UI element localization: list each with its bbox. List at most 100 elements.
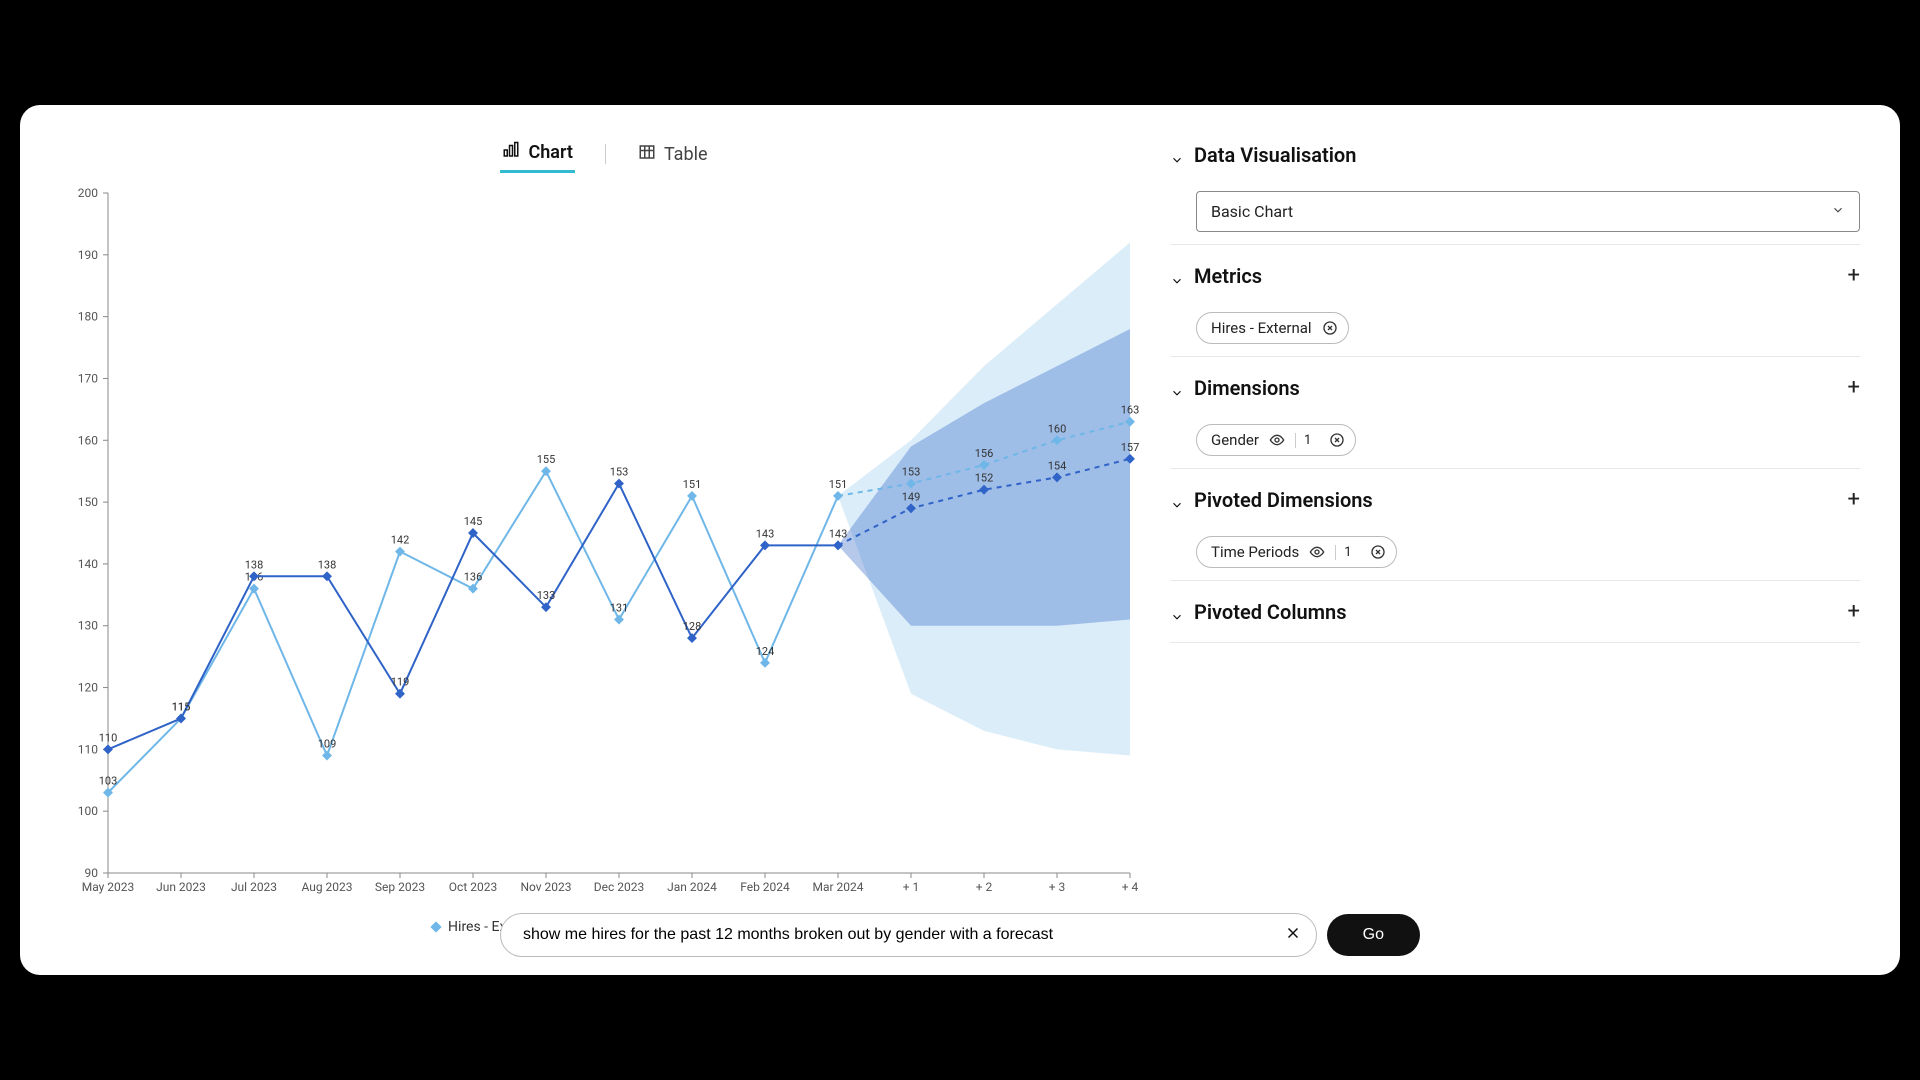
svg-text:190: 190 bbox=[78, 248, 98, 262]
svg-text:149: 149 bbox=[902, 490, 921, 503]
chevron-down-icon bbox=[1170, 269, 1184, 283]
section-pivoted-dimensions[interactable]: Pivoted Dimensions + bbox=[1170, 479, 1860, 520]
svg-text:163: 163 bbox=[1121, 404, 1140, 417]
svg-text:131: 131 bbox=[610, 602, 629, 615]
svg-text:110: 110 bbox=[78, 742, 98, 756]
nl-query-bar: Go bbox=[500, 913, 1420, 957]
chevron-down-icon bbox=[1170, 493, 1184, 507]
eye-icon[interactable] bbox=[1269, 432, 1285, 448]
nl-query-input[interactable] bbox=[523, 926, 1284, 944]
svg-text:+ 4: + 4 bbox=[1122, 880, 1139, 894]
section-metrics[interactable]: Metrics + bbox=[1170, 255, 1860, 296]
svg-text:143: 143 bbox=[829, 527, 848, 540]
app-card: Chart Table 9010011012013014015016017018… bbox=[20, 105, 1900, 975]
section-pivdim-title: Pivoted Dimensions bbox=[1194, 488, 1373, 512]
svg-text:156: 156 bbox=[975, 447, 994, 460]
remove-chip-button[interactable] bbox=[1329, 432, 1345, 448]
chip-label: Time Periods bbox=[1211, 543, 1299, 561]
svg-text:170: 170 bbox=[78, 371, 98, 385]
tab-chart-label: Chart bbox=[528, 142, 572, 163]
chip-badge: 1 bbox=[1295, 433, 1319, 448]
svg-text:110: 110 bbox=[99, 731, 118, 744]
svg-text:90: 90 bbox=[85, 866, 99, 880]
svg-text:136: 136 bbox=[464, 571, 483, 584]
svg-text:124: 124 bbox=[756, 645, 775, 658]
svg-text:152: 152 bbox=[975, 472, 994, 485]
section-pivcol-title: Pivoted Columns bbox=[1194, 600, 1347, 624]
section-pivdim-body: Time Periods 1 bbox=[1170, 530, 1860, 581]
svg-text:200: 200 bbox=[78, 186, 98, 200]
add-dimension-button[interactable]: + bbox=[1848, 375, 1860, 400]
section-metrics-body: Hires - External bbox=[1170, 306, 1860, 357]
remove-chip-button[interactable] bbox=[1322, 320, 1338, 336]
chip-time-periods[interactable]: Time Periods 1 bbox=[1196, 536, 1397, 568]
section-data-visualisation[interactable]: Data Visualisation bbox=[1170, 135, 1860, 175]
dataviz-select-value: Basic Chart bbox=[1211, 202, 1293, 221]
dataviz-select[interactable]: Basic Chart bbox=[1196, 191, 1860, 232]
svg-text:142: 142 bbox=[391, 534, 410, 547]
line-chart: 90100110120130140150160170180190200May 2… bbox=[60, 183, 1150, 913]
svg-text:120: 120 bbox=[78, 681, 98, 695]
svg-text:+ 2: + 2 bbox=[976, 880, 993, 894]
svg-text:May 2023: May 2023 bbox=[82, 880, 135, 894]
svg-text:151: 151 bbox=[829, 478, 848, 491]
svg-text:143: 143 bbox=[756, 527, 775, 540]
svg-text:Sep 2023: Sep 2023 bbox=[375, 880, 425, 894]
view-tabs: Chart Table bbox=[60, 135, 1150, 173]
svg-text:Feb 2024: Feb 2024 bbox=[740, 880, 790, 894]
svg-text:155: 155 bbox=[537, 453, 556, 466]
tab-divider bbox=[605, 144, 606, 164]
svg-text:Dec 2023: Dec 2023 bbox=[594, 880, 644, 894]
nl-query-input-wrap[interactable] bbox=[500, 913, 1317, 957]
go-button[interactable]: Go bbox=[1327, 914, 1420, 956]
svg-text:109: 109 bbox=[318, 738, 337, 751]
svg-text:Jul 2023: Jul 2023 bbox=[231, 880, 277, 894]
add-metric-button[interactable]: + bbox=[1848, 263, 1860, 288]
svg-text:160: 160 bbox=[78, 433, 98, 447]
chip-label: Gender bbox=[1211, 431, 1259, 449]
chart-bar-icon bbox=[502, 141, 520, 164]
svg-text:Oct 2023: Oct 2023 bbox=[449, 880, 497, 894]
tab-table-label: Table bbox=[664, 144, 708, 165]
svg-text:130: 130 bbox=[78, 619, 98, 633]
svg-text:Mar 2024: Mar 2024 bbox=[812, 880, 863, 894]
svg-text:138: 138 bbox=[318, 558, 337, 571]
section-dimensions[interactable]: Dimensions + bbox=[1170, 367, 1860, 408]
svg-text:154: 154 bbox=[1048, 459, 1067, 472]
chart-area: 90100110120130140150160170180190200May 2… bbox=[60, 183, 1150, 913]
chevron-down-icon bbox=[1831, 202, 1845, 221]
chevron-down-icon bbox=[1170, 148, 1184, 162]
svg-text:Aug 2023: Aug 2023 bbox=[301, 880, 352, 894]
eye-icon[interactable] bbox=[1309, 544, 1325, 560]
svg-text:153: 153 bbox=[610, 466, 629, 479]
svg-text:150: 150 bbox=[78, 495, 98, 509]
section-dataviz-body: Basic Chart bbox=[1170, 185, 1860, 245]
svg-text:100: 100 bbox=[78, 804, 98, 818]
tab-table[interactable]: Table bbox=[636, 137, 710, 172]
chip-gender[interactable]: Gender 1 bbox=[1196, 424, 1356, 456]
table-icon bbox=[638, 143, 656, 166]
svg-text:151: 151 bbox=[683, 478, 702, 491]
svg-text:+ 3: + 3 bbox=[1049, 880, 1066, 894]
svg-text:115: 115 bbox=[172, 700, 191, 713]
chevron-down-icon bbox=[1170, 605, 1184, 619]
svg-text:Jun 2023: Jun 2023 bbox=[156, 880, 206, 894]
section-dimensions-title: Dimensions bbox=[1194, 376, 1300, 400]
clear-icon[interactable] bbox=[1284, 924, 1302, 946]
svg-text:Nov 2023: Nov 2023 bbox=[520, 880, 571, 894]
add-pivcol-button[interactable]: + bbox=[1848, 599, 1860, 624]
chip-hires-external[interactable]: Hires - External bbox=[1196, 312, 1349, 344]
chart-panel: Chart Table 9010011012013014015016017018… bbox=[20, 105, 1160, 975]
svg-text:103: 103 bbox=[99, 775, 118, 788]
section-pivoted-columns[interactable]: Pivoted Columns + bbox=[1170, 591, 1860, 643]
section-metrics-title: Metrics bbox=[1194, 264, 1262, 288]
svg-text:157: 157 bbox=[1121, 441, 1140, 454]
svg-text:138: 138 bbox=[245, 558, 264, 571]
svg-text:Jan 2024: Jan 2024 bbox=[667, 880, 717, 894]
add-pivdim-button[interactable]: + bbox=[1848, 487, 1860, 512]
tab-chart[interactable]: Chart bbox=[500, 135, 574, 173]
remove-chip-button[interactable] bbox=[1370, 544, 1386, 560]
diamond-icon bbox=[430, 921, 441, 932]
svg-text:160: 160 bbox=[1048, 422, 1067, 435]
svg-text:+ 1: + 1 bbox=[903, 880, 920, 894]
